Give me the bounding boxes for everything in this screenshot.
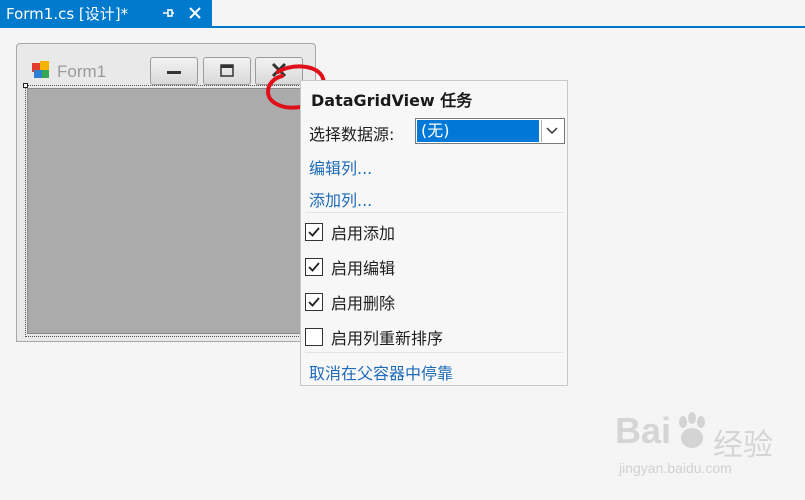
enable-editing-label: 启用编辑 (331, 259, 396, 278)
maximize-icon (220, 64, 234, 77)
watermark-url: jingyan.baidu.com (619, 460, 732, 476)
watermark: Bai 经验 jingyan.baidu.com (615, 410, 795, 490)
add-column-link[interactable]: 添加列... (309, 187, 372, 211)
datagridview-control[interactable] (27, 88, 301, 334)
pin-icon[interactable] (160, 4, 176, 22)
resize-handle[interactable] (23, 83, 28, 88)
minimize-button[interactable] (150, 57, 198, 85)
form-app-icon (32, 61, 49, 78)
tab-title: Form1.cs [设计]* (6, 4, 129, 23)
enable-deleting-checkbox[interactable] (305, 293, 323, 311)
panel-title: DataGridView 任务 (311, 91, 473, 110)
tab-form1-designer[interactable]: Form1.cs [设计]* (0, 0, 212, 26)
watermark-cn: 经验 (713, 428, 773, 463)
enable-column-reorder-checkbox[interactable] (305, 328, 323, 346)
watermark-brand: Bai (615, 410, 672, 451)
chevron-down-icon (546, 127, 558, 135)
data-source-value: (无) (417, 120, 539, 142)
separator (305, 212, 563, 213)
enable-column-reorder-option[interactable]: 启用列重新排序 (305, 325, 443, 349)
enable-adding-label: 启用添加 (331, 224, 396, 243)
checkmark-icon (308, 227, 320, 237)
enable-deleting-option[interactable]: 启用删除 (305, 290, 395, 314)
enable-column-reorder-label: 启用列重新排序 (331, 329, 444, 348)
data-source-label: 选择数据源: (309, 125, 395, 144)
enable-adding-checkbox[interactable] (305, 223, 323, 241)
enable-editing-option[interactable]: 启用编辑 (305, 255, 395, 279)
dropdown-arrow-button[interactable] (541, 120, 563, 142)
enable-adding-option[interactable]: 启用添加 (305, 220, 395, 244)
data-source-dropdown[interactable]: (无) (415, 118, 565, 144)
document-tabstrip: Form1.cs [设计]* (0, 0, 805, 28)
form-title: Form1 (57, 62, 107, 81)
checkmark-icon (308, 262, 320, 272)
close-icon[interactable] (186, 4, 204, 22)
minimize-icon (167, 71, 181, 74)
datagridview-tasks-panel: DataGridView 任务 选择数据源: (无) 编辑列... 添加列...… (300, 80, 568, 386)
maximize-button[interactable] (203, 57, 251, 85)
undock-in-parent-link[interactable]: 取消在父容器中停靠 (309, 360, 453, 384)
separator (305, 352, 563, 353)
paw-icon (679, 412, 705, 448)
edit-columns-link[interactable]: 编辑列... (309, 155, 372, 179)
checkmark-icon (308, 297, 320, 307)
enable-deleting-label: 启用删除 (331, 294, 396, 313)
enable-editing-checkbox[interactable] (305, 258, 323, 276)
